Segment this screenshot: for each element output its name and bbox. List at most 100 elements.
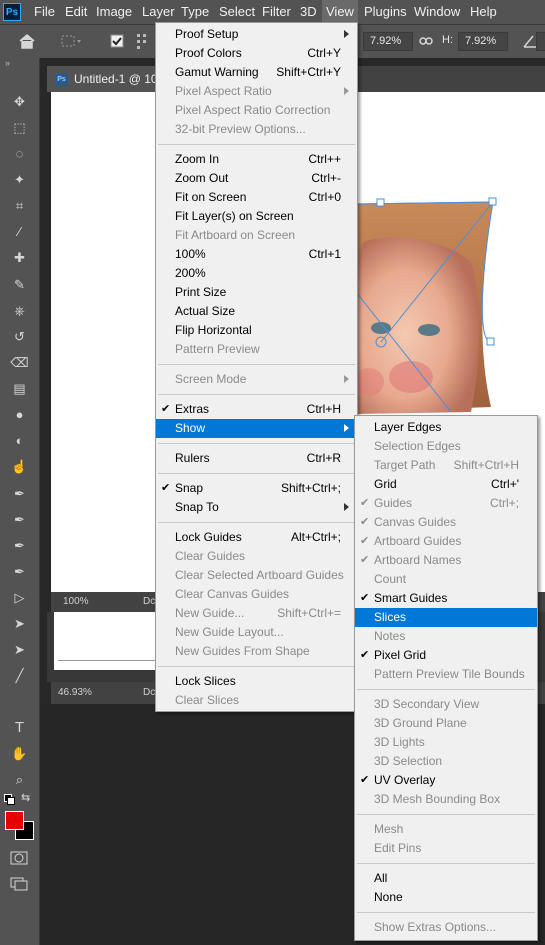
crop-icon[interactable]: ⌗ — [10, 196, 29, 215]
show-menu-item-artboard-names[interactable]: ✔ Artboard Names — [355, 551, 537, 570]
reference-point-checkbox[interactable] — [110, 34, 124, 48]
view-menu-item-gamut-warning[interactable]: Gamut Warning Shift+Ctrl+Y — [156, 63, 357, 82]
show-menu-item-pixel-grid[interactable]: ✔ Pixel Grid — [355, 646, 537, 665]
line-icon[interactable]: ╱ — [10, 666, 29, 685]
doc-info[interactable]: Dc — [143, 596, 155, 607]
navigator-thumbnail[interactable] — [54, 612, 164, 670]
view-menu-item-pixel-aspect-ratio-correction[interactable]: Pixel Aspect Ratio Correction — [156, 101, 357, 120]
zoom-level-secondary[interactable]: 46.93% — [58, 687, 92, 698]
menu-3d[interactable]: 3D — [296, 0, 321, 24]
history-brush-icon[interactable]: ↺ — [10, 327, 29, 346]
show-menu-item-3d-selection[interactable]: 3D Selection — [355, 752, 537, 771]
show-menu-item-guides[interactable]: ✔ Guides Ctrl+; — [355, 494, 537, 513]
menu-type[interactable]: Type — [177, 0, 213, 24]
show-menu-item-canvas-guides[interactable]: ✔ Canvas Guides — [355, 513, 537, 532]
view-menu-item-new-guide[interactable]: New Guide... Shift+Ctrl+= — [156, 604, 357, 623]
transform-reference-icon[interactable] — [60, 33, 82, 49]
transform-handle-side[interactable] — [486, 337, 495, 346]
angle-field[interactable] — [536, 32, 545, 51]
dodge-icon[interactable]: ◐ — [10, 431, 29, 450]
link-icon[interactable] — [419, 36, 433, 46]
view-menu-item-show[interactable]: Show — [156, 419, 357, 438]
view-menu-item-clear-selected-artboard-guides[interactable]: Clear Selected Artboard Guides — [156, 566, 357, 585]
path-selection-icon[interactable]: ➤ — [10, 614, 29, 633]
show-menu-item-artboard-guides[interactable]: ✔ Artboard Guides — [355, 532, 537, 551]
convert-point-icon[interactable]: ▷ — [10, 588, 29, 607]
show-menu-item-uv-overlay[interactable]: ✔ UV Overlay — [355, 771, 537, 790]
view-menu-item-new-guides-from-shape[interactable]: New Guides From Shape — [156, 642, 357, 661]
view-menu-item-zoom-in[interactable]: Zoom In Ctrl++ — [156, 150, 357, 169]
width-field[interactable]: 7.92% — [363, 32, 413, 51]
show-menu-item-3d-lights[interactable]: 3D Lights — [355, 733, 537, 752]
screen-mode-icon[interactable] — [10, 876, 30, 892]
menu-image[interactable]: Image — [92, 0, 136, 24]
view-menu-item-pattern-preview[interactable]: Pattern Preview — [156, 340, 357, 359]
default-colors-icon[interactable] — [4, 794, 15, 805]
magic-wand-icon[interactable]: ✦ — [10, 170, 29, 189]
view-menu-item-print-size[interactable]: Print Size — [156, 283, 357, 302]
show-menu-item-slices[interactable]: Slices — [355, 608, 537, 627]
view-menu-item-pixel-aspect-ratio[interactable]: Pixel Aspect Ratio — [156, 82, 357, 101]
transform-handle-corner[interactable] — [488, 197, 497, 206]
eraser-icon[interactable]: ⌫ — [10, 353, 29, 372]
menu-window[interactable]: Window — [410, 0, 464, 24]
zoom-level[interactable]: 100% — [63, 596, 89, 607]
menu-edit[interactable]: Edit — [61, 0, 91, 24]
view-menu-item-flip-horizontal[interactable]: Flip Horizontal — [156, 321, 357, 340]
view-menu-item-screen-mode[interactable]: Screen Mode — [156, 370, 357, 389]
menu-select[interactable]: Select — [215, 0, 259, 24]
view-menu-item-clear-canvas-guides[interactable]: Clear Canvas Guides — [156, 585, 357, 604]
gradient-icon[interactable]: ▤ — [10, 379, 29, 398]
type-icon[interactable]: T — [10, 718, 29, 737]
menu-help[interactable]: Help — [466, 0, 501, 24]
view-menu-item-100[interactable]: 100% Ctrl+1 — [156, 245, 357, 264]
menu-view[interactable]: View — [322, 0, 358, 24]
view-menu-item-fit-layer-s-on-screen[interactable]: Fit Layer(s) on Screen — [156, 207, 357, 226]
healing-brush-icon[interactable]: ✚ — [10, 248, 29, 267]
blur-icon[interactable]: ● — [10, 405, 29, 424]
document-tab[interactable]: Ps Untitled-1 @ 10 — [47, 66, 166, 92]
reference-grid-icon[interactable] — [136, 33, 154, 51]
view-menu-item-200[interactable]: 200% — [156, 264, 357, 283]
show-menu-item-smart-guides[interactable]: ✔ Smart Guides — [355, 589, 537, 608]
marquee-icon[interactable]: ⬚ — [10, 118, 29, 137]
view-menu-item-fit-on-screen[interactable]: Fit on Screen Ctrl+0 — [156, 188, 357, 207]
freeform-pen-icon[interactable]: ✒ — [10, 510, 29, 529]
view-menu-item-zoom-out[interactable]: Zoom Out Ctrl+- — [156, 169, 357, 188]
lasso-icon[interactable]: ◌ — [10, 144, 29, 163]
add-anchor-icon[interactable]: ✒ — [10, 536, 29, 555]
brush-icon[interactable]: ✎ — [10, 275, 29, 294]
view-menu-item-new-guide-layout[interactable]: New Guide Layout... — [156, 623, 357, 642]
direct-selection-icon[interactable]: ➤ — [10, 640, 29, 659]
pen-icon[interactable]: ✒ — [10, 484, 29, 503]
menu-plugins[interactable]: Plugins — [360, 0, 411, 24]
show-menu-item-3d-ground-plane[interactable]: 3D Ground Plane — [355, 714, 537, 733]
view-menu-item-fit-artboard-on-screen[interactable]: Fit Artboard on Screen — [156, 226, 357, 245]
transform-handle-top[interactable] — [376, 198, 385, 207]
show-menu-item-mesh[interactable]: Mesh — [355, 820, 537, 839]
show-menu-item-show-extras-options[interactable]: Show Extras Options... — [355, 918, 537, 937]
show-menu-item-pattern-preview-tile-bounds[interactable]: Pattern Preview Tile Bounds — [355, 665, 537, 684]
view-menu-item-proof-setup[interactable]: Proof Setup — [156, 25, 357, 44]
show-menu-item-grid[interactable]: Grid Ctrl+' — [355, 475, 537, 494]
clone-stamp-icon[interactable]: ⎈ — [10, 301, 29, 320]
view-menu-item-lock-slices[interactable]: Lock Slices — [156, 672, 357, 691]
swap-colors-icon[interactable]: ⇆ — [21, 791, 30, 804]
show-menu-item-edit-pins[interactable]: Edit Pins — [355, 839, 537, 858]
view-menu-item-32-bit-preview-options[interactable]: 32-bit Preview Options... — [156, 120, 357, 139]
show-menu-item-all[interactable]: All — [355, 869, 537, 888]
menu-file[interactable]: File — [30, 0, 59, 24]
show-menu-item-3d-mesh-bounding-box[interactable]: 3D Mesh Bounding Box — [355, 790, 537, 809]
view-menu-item-extras[interactable]: ✔ Extras Ctrl+H — [156, 400, 357, 419]
show-menu-item-3d-secondary-view[interactable]: 3D Secondary View — [355, 695, 537, 714]
collapse-panel-icon[interactable]: » — [5, 58, 10, 68]
view-menu-item-snap[interactable]: ✔ Snap Shift+Ctrl+; — [156, 479, 357, 498]
view-menu-item-clear-slices[interactable]: Clear Slices — [156, 691, 357, 710]
show-menu-item-target-path[interactable]: Target Path Shift+Ctrl+H — [355, 456, 537, 475]
quick-mask-icon[interactable] — [10, 850, 30, 866]
hand-icon[interactable]: ✋ — [10, 744, 29, 763]
view-menu-item-snap-to[interactable]: Snap To — [156, 498, 357, 517]
view-menu-item-actual-size[interactable]: Actual Size — [156, 302, 357, 321]
zoom-icon[interactable]: ⌕ — [10, 770, 29, 789]
move-icon[interactable]: ✥ — [10, 92, 29, 111]
